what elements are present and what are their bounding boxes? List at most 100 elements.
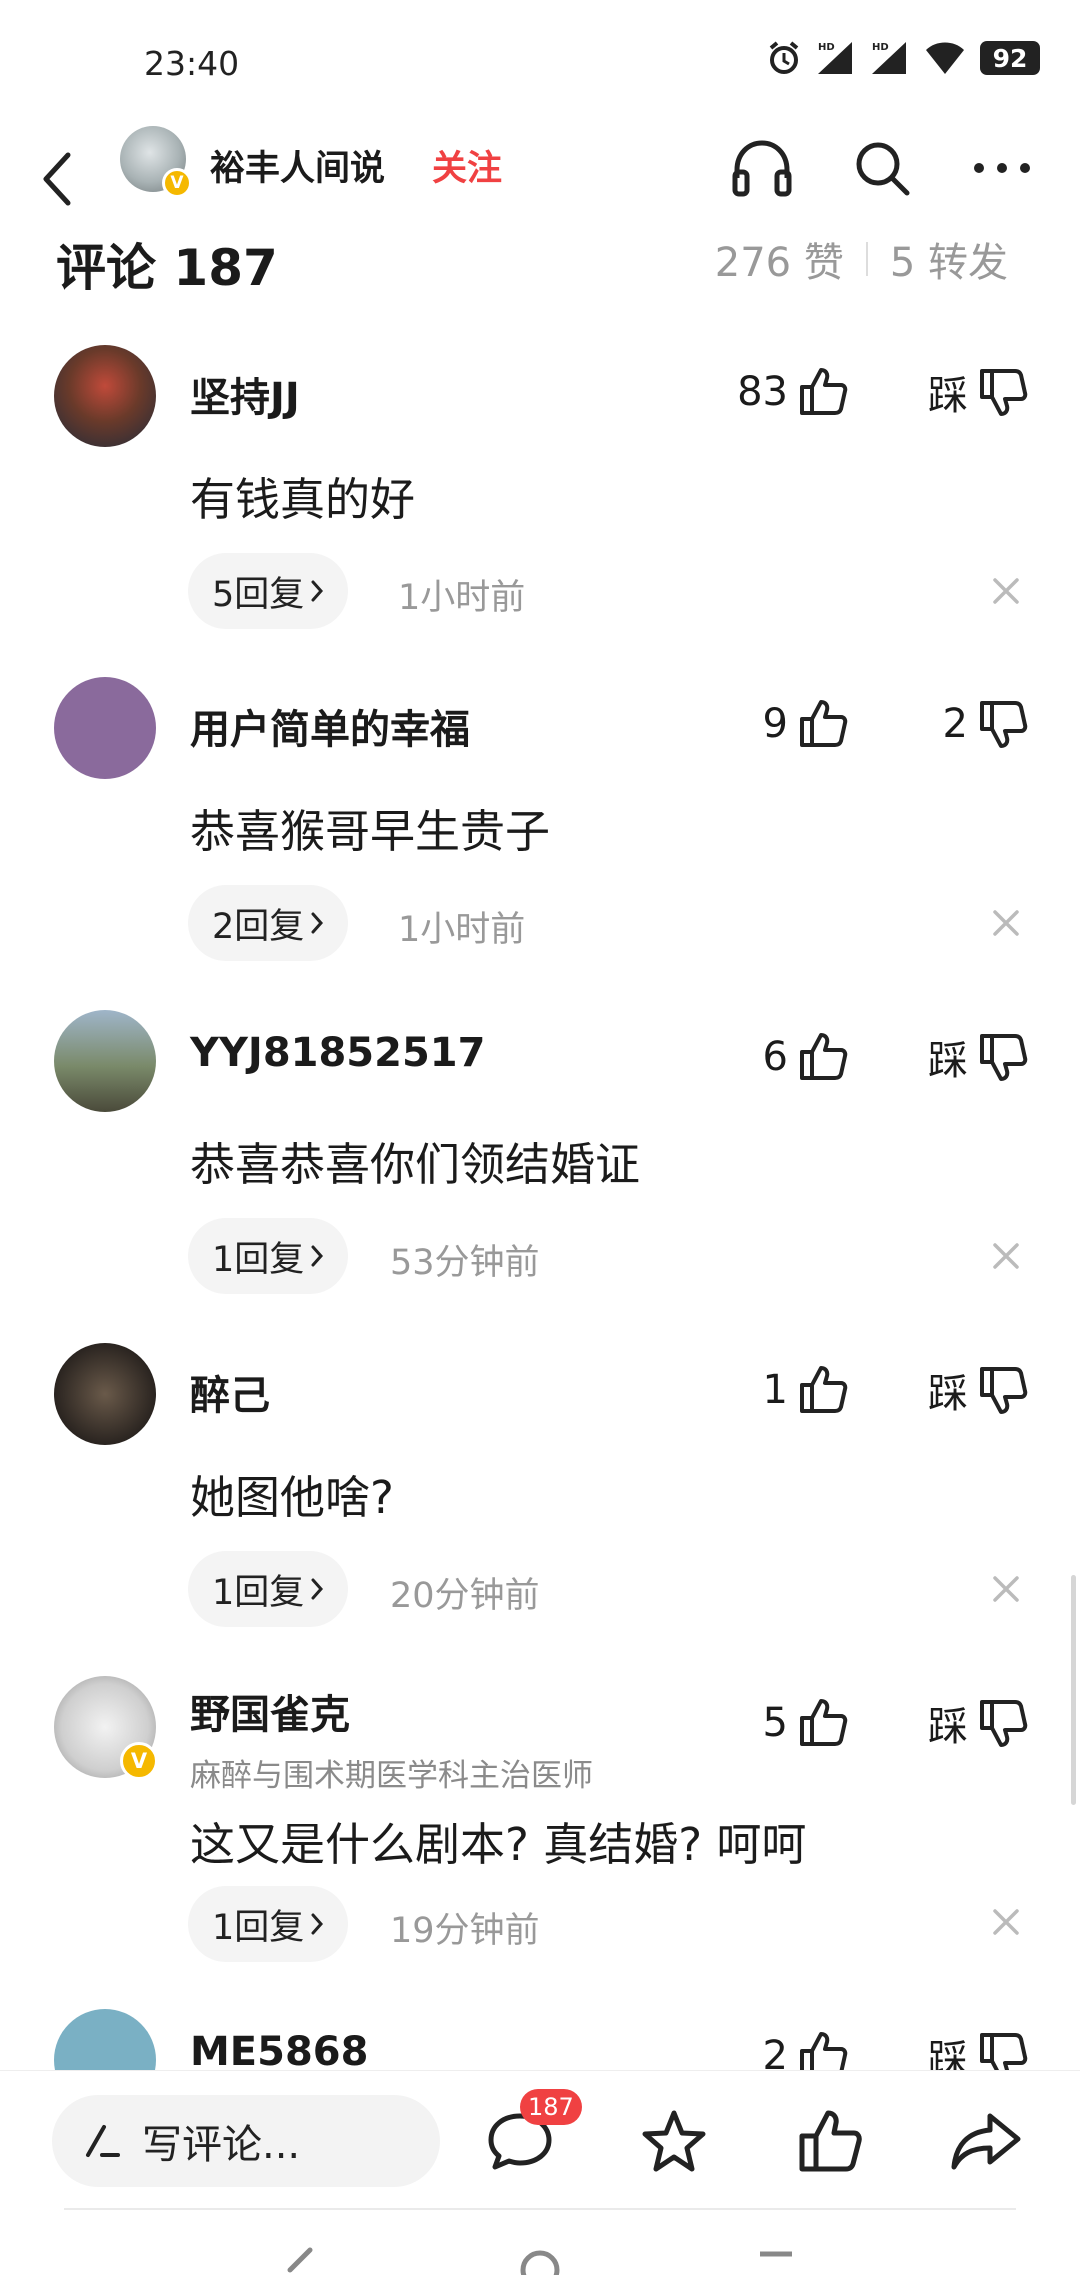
signal-icon: HD [818, 42, 852, 74]
comment-item: YYJ81852517 6 踩恭喜恭喜你们领结婚证 1回复 53分钟前 [0, 1010, 1080, 1340]
view-replies-button[interactable]: 5回复 [188, 553, 349, 629]
comment-button[interactable]: 187 [480, 2089, 582, 2181]
comment-text: 恭喜恭喜你们领结婚证 [190, 1138, 641, 1191]
view-replies-button[interactable]: 1回复 [188, 1886, 349, 1962]
commenter-name[interactable]: YYJ81852517 [190, 1030, 485, 1076]
nav-divider [64, 2208, 1016, 2210]
comment-like-count: 5 [762, 1700, 788, 1746]
commenter-name[interactable]: 醉己 [190, 1363, 270, 1421]
svg-text:HD: HD [872, 42, 889, 53]
author-avatar[interactable]: V [120, 126, 192, 198]
comment-dislike-label: 踩 [928, 1704, 968, 1750]
follow-button[interactable]: 关注 [432, 140, 502, 191]
commenter-avatar[interactable] [54, 1010, 156, 1112]
commenter-avatar[interactable] [54, 1343, 156, 1445]
comment-count-badge: 187 [520, 2089, 582, 2125]
dismiss-comment-button[interactable] [982, 1565, 1030, 1613]
chevron-right-icon [311, 1913, 324, 1935]
commenter-name[interactable]: 野国雀克 [190, 1682, 350, 1740]
dismiss-comment-button[interactable] [982, 567, 1030, 615]
comment-like-button[interactable]: 6 [763, 1022, 848, 1092]
pen-icon [86, 2125, 120, 2157]
thumbs-down-icon [980, 369, 1028, 416]
reply-count: 1回复 [212, 1572, 305, 1613]
stats-divider [865, 242, 868, 276]
commenter-avatar[interactable] [54, 345, 156, 447]
chevron-right-icon [311, 1245, 324, 1267]
comment-like-button[interactable]: 9 [763, 689, 848, 759]
status-bar: 23:40 HD HD 92 [0, 0, 1080, 120]
comments-title: 评论 187 [56, 239, 278, 297]
back-icon [43, 152, 71, 206]
nav-back-icon[interactable] [280, 2246, 320, 2275]
nav-menu-icon[interactable] [756, 2248, 796, 2275]
thumbs-down-icon [980, 701, 1028, 748]
comment-dislike-button[interactable]: 2 [943, 689, 1028, 759]
thumbs-down-icon [980, 1034, 1028, 1081]
comment-time: 1小时前 [398, 910, 526, 950]
close-icon [993, 1909, 1019, 1935]
view-replies-button[interactable]: 1回复 [188, 1218, 349, 1294]
article-header: V 裕丰人间说 关注 [0, 120, 1080, 240]
commenter-name[interactable]: ME5868 [190, 2029, 368, 2075]
comment-like-count: 6 [762, 1034, 788, 1080]
thumbs-up-icon [799, 2110, 862, 2172]
comment-like-button[interactable]: 83 [737, 357, 848, 427]
comment-item: V 野国雀克 麻醉与围术期医学科主治医师 5 踩这又是什么剧本? 真结婚? 呵呵 1回复 1… [0, 1676, 1080, 2006]
like-button[interactable] [790, 2101, 870, 2181]
comment-dislike-button[interactable]: 踩 [928, 1022, 1028, 1092]
headphones-icon [732, 140, 792, 197]
reply-count: 1回复 [212, 1239, 305, 1280]
view-replies-button[interactable]: 1回复 [188, 1551, 349, 1627]
comment-text: 有钱真的好 [190, 473, 416, 526]
search-button[interactable] [842, 128, 922, 208]
comment-item: 醉己 1 踩她图他啥? 1回复 20分钟前 [0, 1343, 1080, 1673]
write-comment-placeholder: 写评论... [142, 2122, 301, 2168]
alarm-icon [769, 41, 799, 74]
reply-count: 2回复 [212, 906, 305, 947]
comment-dislike-button[interactable]: 踩 [928, 357, 1028, 427]
status-time: 23:40 [144, 44, 240, 83]
thumbs-up-icon [800, 1033, 848, 1080]
comment-like-button[interactable]: 5 [763, 1688, 848, 1758]
chevron-right-icon [311, 580, 324, 602]
nav-home-icon[interactable] [516, 2246, 564, 2275]
share-button[interactable] [946, 2101, 1026, 2181]
commenter-title: 麻醉与围术期医学科主治医师 [190, 1758, 593, 1794]
commenter-avatar[interactable]: V [54, 1676, 158, 1780]
likes-count: 276 赞 [714, 240, 844, 286]
commenter-avatar[interactable] [54, 677, 156, 779]
view-replies-button[interactable]: 2回复 [188, 885, 349, 961]
dismiss-comment-button[interactable] [982, 1898, 1030, 1946]
reply-count: 1回复 [212, 1907, 305, 1948]
listen-button[interactable] [722, 128, 802, 208]
thumbs-up-icon [800, 1366, 848, 1413]
more-button[interactable] [962, 128, 1042, 208]
comment-dislike-button[interactable]: 踩 [928, 1355, 1028, 1425]
comment-item: 坚持JJ 83 踩有钱真的好 5回复 1小时前 [0, 345, 1080, 675]
back-button[interactable] [28, 134, 88, 224]
comment-dislike-button[interactable]: 踩 [928, 1688, 1028, 1758]
dismiss-comment-button[interactable] [982, 899, 1030, 947]
close-icon [993, 910, 1019, 936]
comment-text: 恭喜猴哥早生贵子 [190, 805, 551, 858]
system-navigation-bar [0, 2212, 1080, 2275]
favorite-button[interactable] [634, 2101, 714, 2181]
close-icon [993, 578, 1019, 604]
comment-time: 1小时前 [398, 578, 526, 618]
bottom-action-bar: 写评论... 187 [0, 2070, 1080, 2210]
scrollbar[interactable] [1071, 1575, 1076, 1805]
chevron-right-icon [311, 1578, 324, 1600]
comment-item: 用户简单的幸福 9 2 恭喜猴哥早生贵子 2回复 1小时前 [0, 677, 1080, 1007]
comment-like-count: 1 [762, 1367, 788, 1413]
reply-count: 5回复 [212, 574, 305, 615]
thumbs-up-icon [800, 368, 848, 415]
dismiss-comment-button[interactable] [982, 1232, 1030, 1280]
commenter-name[interactable]: 用户简单的幸福 [190, 697, 470, 755]
author-name[interactable]: 裕丰人间说 [210, 140, 385, 191]
commenter-name[interactable]: 坚持JJ [190, 365, 300, 423]
comment-like-count: 9 [762, 701, 788, 747]
write-comment-input[interactable]: 写评论... [52, 2095, 440, 2187]
comment-time: 53分钟前 [390, 1243, 540, 1283]
comment-like-button[interactable]: 1 [763, 1355, 848, 1425]
